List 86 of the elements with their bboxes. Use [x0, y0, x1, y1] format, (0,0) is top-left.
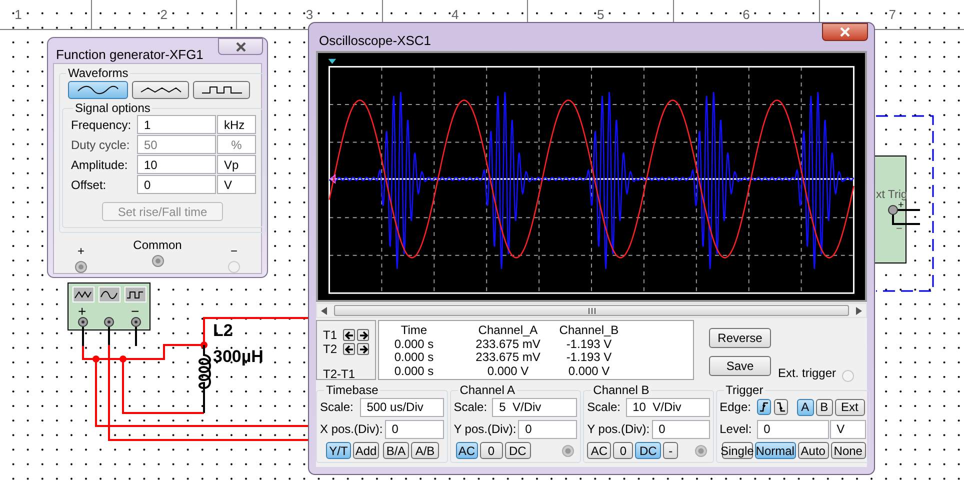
group-label: Signal options	[74, 101, 152, 115]
ruler-number: 6	[742, 6, 750, 24]
terminal-label: −	[896, 223, 902, 235]
field-label: Scale:	[587, 399, 621, 416]
ext-trigger-label: Ext. trigger	[778, 365, 836, 382]
component-value: 300µH	[213, 347, 264, 366]
mode-button[interactable]: Y/T	[326, 442, 351, 459]
ruler-number: 2	[160, 6, 168, 24]
cursor-label: T2-T1	[323, 368, 356, 380]
action-button[interactable]: Reverse	[709, 328, 771, 348]
mode-button[interactable]: Ext	[834, 398, 865, 416]
ruler-number: 7	[888, 6, 896, 24]
mode-button[interactable]: AC	[456, 442, 478, 459]
group-label: Channel B	[592, 383, 650, 397]
table-cell-text: 0.000 s	[393, 351, 435, 364]
cursor-label: T1	[323, 327, 338, 344]
mode-button[interactable]: DC	[635, 442, 662, 459]
mode-button[interactable]: B/A	[383, 442, 409, 459]
mode-button[interactable]: Add	[353, 442, 379, 459]
field-label: Y pos.(Div):	[454, 421, 516, 438]
field-label: Scale:	[454, 399, 488, 416]
mode-button[interactable]: DC	[504, 442, 531, 459]
terminal-label: Common	[133, 239, 182, 251]
column-header: Channel_A	[477, 324, 539, 338]
column-header: Channel_B	[558, 324, 620, 338]
table-cell-text: 0.000 s	[393, 364, 435, 378]
table-cell-text: -1.193 V	[565, 351, 613, 364]
column-header: Time	[400, 324, 428, 338]
field-label: Frequency:	[71, 116, 132, 134]
mode-button[interactable]: None	[830, 442, 866, 459]
position-field[interactable]: 0	[384, 420, 444, 438]
window-title: Function generator-XFG1	[56, 46, 204, 64]
field-label: Duty cycle:	[71, 136, 131, 154]
table-cell-text: 233.675 mV	[474, 351, 542, 364]
group-label: Channel A	[458, 383, 516, 397]
mode-button[interactable]: A	[796, 398, 814, 416]
component-name: L2	[213, 321, 233, 340]
table-cell-text: 0.000 s	[393, 338, 435, 351]
field-label: Y pos.(Div):	[587, 421, 650, 438]
field-label: Scale:	[320, 399, 354, 416]
group-label: Trigger	[724, 383, 764, 397]
unit-field[interactable]: Vp	[217, 155, 256, 174]
mode-button[interactable]: A/B	[411, 442, 439, 459]
unit-field[interactable]: kHz	[217, 115, 256, 134]
ruler-number: 5	[597, 6, 604, 24]
mode-button[interactable]: -	[663, 442, 678, 459]
scale-field[interactable]: 10 V/Div	[626, 398, 710, 416]
terminal-label: −	[131, 303, 140, 319]
value-field[interactable]: 0	[137, 175, 216, 194]
field-label: Offset:	[71, 176, 108, 194]
field-label: Edge:	[720, 399, 752, 416]
position-field[interactable]: 0	[518, 420, 578, 438]
table-cell-text: 0.000 V	[567, 364, 611, 378]
level-field[interactable]: 0	[756, 420, 829, 438]
mode-button[interactable]: Single	[722, 442, 753, 459]
action-button[interactable]: Save	[709, 356, 771, 376]
ruler-number: 1	[14, 6, 22, 24]
terminal-label: +	[77, 245, 84, 257]
unit-field[interactable]: V	[830, 420, 866, 438]
mode-button[interactable]: B	[816, 398, 833, 416]
field-label: X pos.(Div):	[320, 421, 383, 438]
table-cell-text: 0.000 V	[486, 364, 530, 378]
terminal-label: +	[78, 303, 86, 319]
group-label: Timebase	[325, 383, 380, 397]
mode-button[interactable]: Normal	[754, 442, 796, 459]
field-label: Level:	[720, 421, 753, 438]
field-label: Amplitude:	[71, 156, 129, 174]
scale-field[interactable]: 5 V/Div	[492, 398, 578, 416]
ruler-number: 3	[306, 6, 314, 24]
value-field[interactable]: 10	[137, 155, 216, 174]
value-field[interactable]: 1	[137, 115, 216, 134]
table-cell-text: -1.193 V	[565, 338, 613, 351]
terminal-label: −	[230, 245, 238, 257]
group-label: Waveforms	[67, 66, 130, 80]
cursor-label: T2	[323, 341, 338, 358]
ruler-number: 4	[451, 6, 459, 24]
table-cell-text: 233.675 mV	[474, 338, 542, 351]
scale-field[interactable]: 500 us/Div	[360, 398, 444, 416]
position-field[interactable]: 0	[652, 420, 710, 438]
terminal-label: +	[898, 200, 904, 211]
window-title: Oscilloscope-XSC1	[319, 32, 431, 50]
unit-field[interactable]: V	[217, 175, 256, 194]
mode-button[interactable]: 0	[480, 442, 503, 459]
mode-button[interactable]: AC	[587, 442, 612, 459]
mode-button[interactable]: 0	[613, 442, 634, 459]
mode-button[interactable]: Auto	[798, 442, 829, 459]
